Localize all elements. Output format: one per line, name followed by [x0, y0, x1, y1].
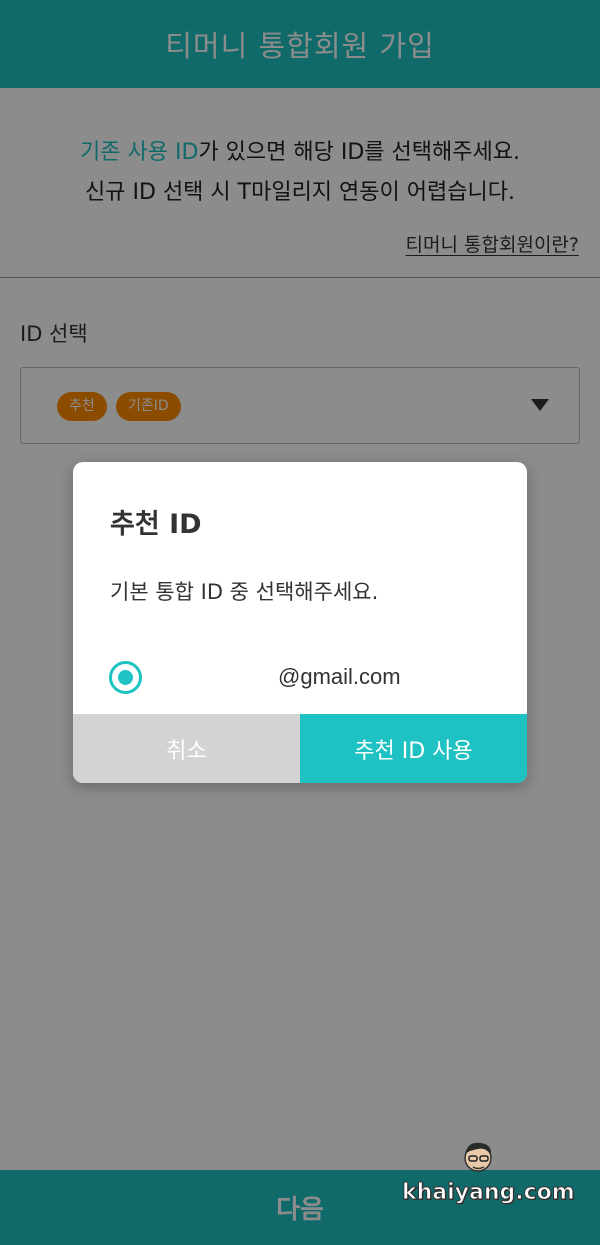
watermark-avatar-icon: [464, 1142, 492, 1172]
dialog-title: 추천 ID: [110, 509, 202, 540]
id-option-label[interactable]: @gmail.com: [278, 664, 401, 690]
watermark-text: khaiyang.com: [402, 1180, 576, 1206]
dialog-message: 기본 통합 ID 중 선택해주세요.: [110, 580, 379, 604]
radio-selected-dot: [118, 670, 133, 685]
recommended-id-dialog: 추천 ID 기본 통합 ID 중 선택해주세요. @gmail.com 취소 추…: [73, 462, 527, 783]
cancel-button[interactable]: 취소: [73, 714, 300, 783]
id-option-radio[interactable]: [109, 661, 142, 694]
use-recommended-id-button[interactable]: 추천 ID 사용: [300, 714, 527, 783]
